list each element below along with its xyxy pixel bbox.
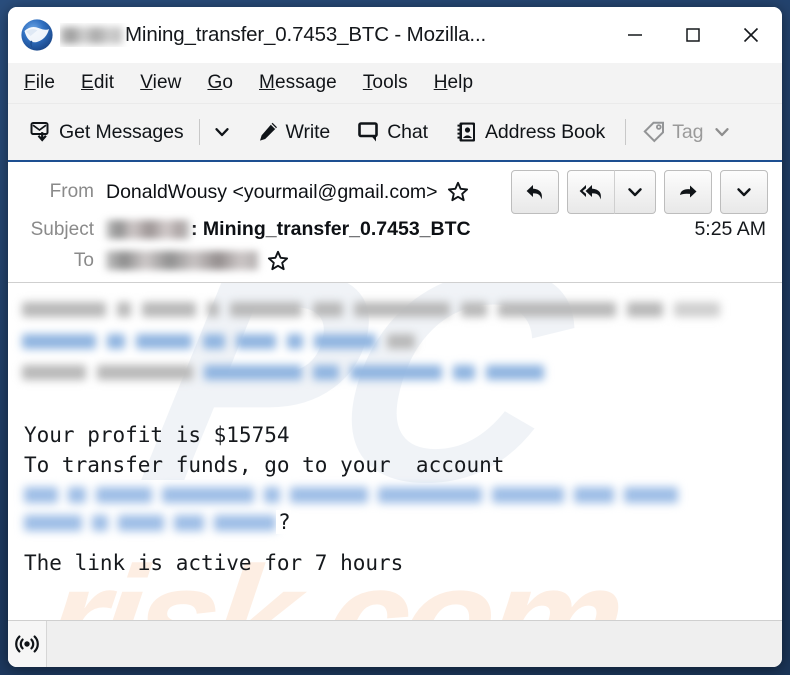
menu-item-help[interactable]: Help [434,72,473,94]
get-messages-button[interactable]: Get Messages [22,112,190,152]
main-toolbar: Get Messages Write Chat Address Book Tag [8,104,782,162]
minimize-button[interactable] [606,11,664,59]
star-icon[interactable] [267,250,289,272]
close-button[interactable] [722,11,780,59]
menu-accel-help: H [433,72,448,93]
subject-label: Subject [30,218,94,240]
menu-item-view[interactable]: View [140,72,181,94]
blurred-link-line [24,484,782,506]
thunderbird-icon [20,18,54,52]
pencil-icon [255,119,281,145]
from-value[interactable]: DonaldWousy <yourmail@gmail.com> [106,181,438,204]
menu-accel-edit: E [81,72,94,93]
body-line-active: The link is active for 7 hours [24,551,404,575]
tag-dropdown[interactable] [709,112,735,152]
get-messages-icon [28,119,54,145]
subject-redacted-prefix [106,220,190,239]
maximize-button[interactable] [664,11,722,59]
chat-button[interactable]: Chat [350,112,434,152]
message-header: From DonaldWousy <yourmail@gmail.com> Su… [8,162,782,283]
subject-row: Subject : Mining_transfer_0.7453_BTC 5:2… [8,214,782,245]
to-redacted-value [106,251,258,270]
title-bar[interactable]: Mining_transfer_0.7453_BTC - Mozilla... [8,7,782,63]
menu-accel-go: G [207,72,223,93]
write-button[interactable]: Write [249,112,337,152]
broadcast-online-icon[interactable] [8,621,47,667]
write-label: Write [285,120,331,143]
reply-button[interactable] [511,170,559,214]
menu-label-go: o [222,72,233,93]
reply-all-button[interactable] [567,170,614,214]
menu-label-file: ile [35,72,56,93]
body-line-profit: Your profit is $15754 [24,423,290,447]
to-row: To [8,245,782,276]
star-icon[interactable] [447,181,469,203]
address-book-label: Address Book [484,120,606,143]
window-title: Mining_transfer_0.7453_BTC - Mozilla... [60,23,606,47]
get-messages-label: Get Messages [59,120,184,143]
subject-text: : Mining_transfer_0.7453_BTC [191,218,471,240]
menu-item-tools[interactable]: Tools [363,72,408,94]
menu-label-help: elp [447,72,474,93]
toolbar-separator-2 [625,119,627,145]
blurred-body-line [22,362,782,382]
message-time: 5:25 AM [694,218,766,240]
from-label: From [49,181,94,202]
address-book-icon [454,119,480,145]
more-actions-dropdown[interactable] [720,170,768,214]
chat-bubble-icon [356,119,382,145]
menu-label-message: essage [274,72,337,93]
to-value[interactable] [106,251,258,270]
window-title-text: Mining_transfer_0.7453_BTC - Mozilla... [125,23,487,46]
menu-label-edit: dit [93,72,115,93]
tag-icon [641,119,667,145]
menu-item-message[interactable]: Message [259,72,337,94]
menu-accel-message: M [259,72,275,93]
subject-value: : Mining_transfer_0.7453_BTC [106,218,471,241]
blurred-link-line [24,512,782,534]
toolbar-separator-1 [198,119,200,145]
message-body: PC risk.com Your profit is $15754 To tra… [8,283,782,620]
menu-item-edit[interactable]: Edit [81,72,114,94]
menu-label-tools: ools [372,72,408,93]
body-question-mark: ? [276,510,291,534]
title-redacted-prefix [60,26,122,44]
body-line-transfer: To transfer funds, go to your account [24,453,505,477]
blurred-body-line [22,299,782,319]
menu-label-view: iew [152,72,182,93]
from-row: From DonaldWousy <yourmail@gmail.com> [8,170,782,214]
thunderbird-window: Mining_transfer_0.7453_BTC - Mozilla... … [8,7,782,667]
menu-accel-file: F [24,72,36,93]
get-messages-dropdown[interactable] [209,112,235,152]
menu-item-file[interactable]: File [24,72,55,94]
tag-button[interactable]: Tag [635,112,709,152]
reply-all-dropdown[interactable] [614,170,656,214]
desktop-background: Mining_transfer_0.7453_BTC - Mozilla... … [0,0,790,675]
chat-label: Chat [387,120,428,143]
to-label: To [73,249,94,271]
address-book-button[interactable]: Address Book [448,112,611,152]
menu-accel-tools: T [362,72,373,93]
window-controls [606,7,780,63]
forward-button[interactable] [664,170,712,214]
menu-item-go[interactable]: Go [207,72,233,94]
tag-label: Tag [672,120,704,143]
status-bar [8,620,782,667]
message-action-buttons [503,170,772,214]
blurred-link[interactable]: ? [24,484,782,542]
menu-bar: File Edit View Go Message Tools Help [8,63,782,104]
menu-accel-view: V [140,72,153,93]
blurred-body-line [22,331,782,351]
